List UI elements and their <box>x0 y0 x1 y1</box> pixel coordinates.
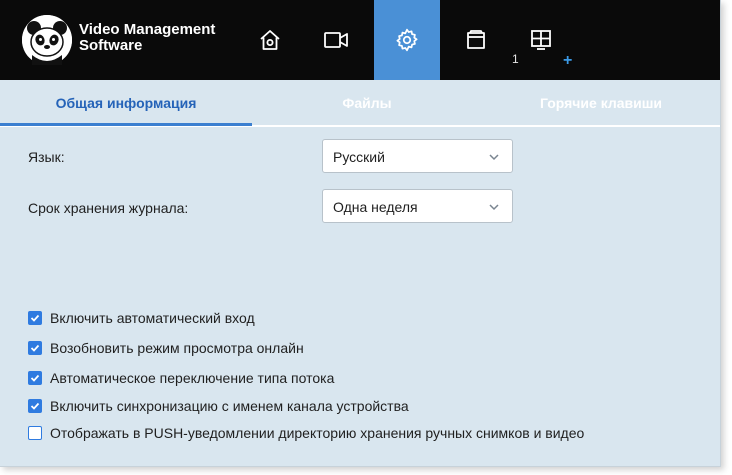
language-value: Русский <box>333 149 385 165</box>
push-dir-label: Отображать в PUSH-уведомлении директорию… <box>50 425 585 441</box>
settings-tabs: Общая информация Файлы Горячие клавиши <box>0 80 720 127</box>
settings-window: Video Management Software 1 + Общая инфо… <box>0 0 721 467</box>
top-bar: Video Management Software 1 + <box>0 0 720 80</box>
home-icon <box>260 30 280 50</box>
camera-icon <box>324 32 348 48</box>
auto-stream-checkbox[interactable] <box>28 371 42 385</box>
grid-layout-icon <box>531 30 551 50</box>
auto-login-label: Включить автоматический вход <box>50 310 255 326</box>
sync-channel-checkbox[interactable] <box>28 399 42 413</box>
sync-channel-label: Включить синхронизацию с именем канала у… <box>50 398 409 414</box>
auto-login-checkbox[interactable] <box>28 311 42 325</box>
nav-home-button[interactable] <box>237 0 303 80</box>
language-select[interactable]: Русский <box>322 139 513 173</box>
tab-general-info[interactable]: Общая информация <box>0 80 252 126</box>
checkbox-row-auto-login[interactable]: Включить автоматический вход <box>28 308 255 328</box>
gear-icon <box>396 28 418 52</box>
tab-files[interactable]: Файлы <box>252 80 482 125</box>
resume-live-checkbox[interactable] <box>28 341 42 355</box>
panda-logo <box>22 15 72 65</box>
app-title: Video Management Software <box>79 22 229 54</box>
layout-count-badge: 1 <box>512 52 519 66</box>
checkbox-row-sync-channel[interactable]: Включить синхронизацию с именем канала у… <box>28 396 409 416</box>
push-dir-checkbox[interactable] <box>28 426 42 440</box>
checkbox-row-push-dir[interactable]: Отображать в PUSH-уведомлении директорию… <box>28 423 584 443</box>
nav-camera-button[interactable] <box>303 0 369 80</box>
checkbox-row-resume-live[interactable]: Возобновить режим просмотра онлайн <box>28 338 304 358</box>
chevron-down-icon <box>489 204 499 211</box>
chevron-down-icon <box>489 154 499 161</box>
checkbox-row-auto-stream[interactable]: Автоматическое переключение типа потока <box>28 368 334 388</box>
tab-hotkeys[interactable]: Горячие клавиши <box>482 80 720 125</box>
auto-stream-label: Автоматическое переключение типа потока <box>50 370 335 386</box>
add-layout-icon[interactable]: + <box>563 52 572 70</box>
log-retention-value: Одна неделя <box>333 199 418 215</box>
nav-storage-button[interactable] <box>443 0 509 80</box>
nav-settings-button[interactable] <box>374 0 440 80</box>
storage-box-icon <box>467 30 485 49</box>
log-retention-label: Срок хранения журнала: <box>28 200 189 216</box>
app-title-line2: Software <box>79 37 143 54</box>
resume-live-label: Возобновить режим просмотра онлайн <box>50 340 304 356</box>
app-title-line1: Video Management <box>79 21 216 38</box>
log-retention-select[interactable]: Одна неделя <box>322 189 513 223</box>
language-label: Язык: <box>28 149 65 165</box>
